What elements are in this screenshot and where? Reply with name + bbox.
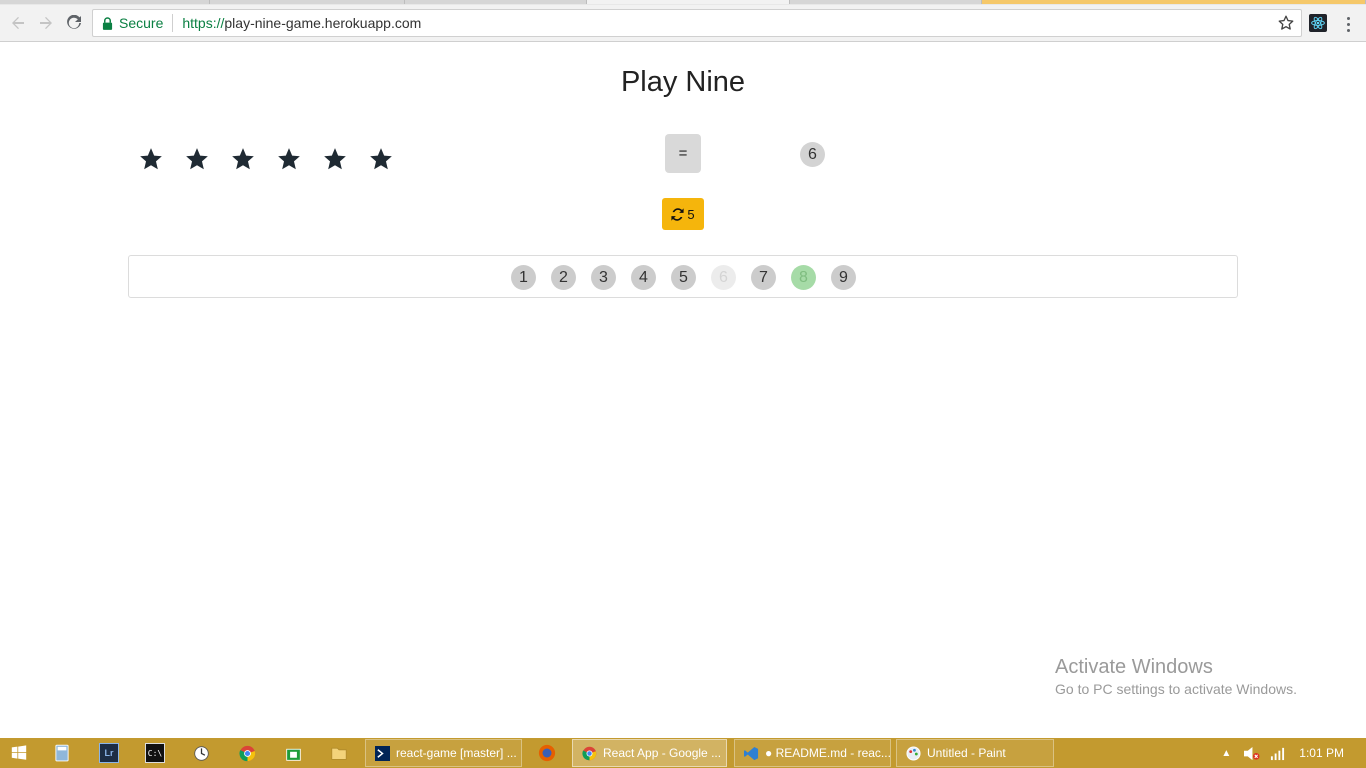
numbers-list: 123456789	[511, 265, 856, 290]
tab[interactable]	[0, 0, 210, 4]
paint-icon	[905, 745, 921, 761]
browser-toolbar: Secure https:// play-nine-game.herokuapp…	[0, 5, 1366, 42]
taskbar-app-chrome[interactable]: React App - Google ...	[572, 739, 727, 767]
star-icon	[228, 144, 258, 174]
powershell-icon	[374, 745, 390, 761]
stars-frame	[136, 144, 396, 174]
star-icon	[320, 144, 350, 174]
star-icon	[136, 144, 166, 174]
security-label: Secure	[119, 15, 164, 31]
answer-number[interactable]: 6	[800, 142, 825, 167]
firefox-icon[interactable]	[537, 743, 557, 763]
network-icon[interactable]	[1270, 746, 1285, 761]
activation-watermark: Activate Windows Go to PC settings to ac…	[1055, 656, 1297, 697]
game-title: Play Nine	[620, 66, 746, 98]
lightroom-icon[interactable]: Lr	[99, 743, 119, 763]
reload-button[interactable]	[63, 12, 85, 34]
taskbar-app-paint[interactable]: Untitled - Paint	[896, 739, 1054, 767]
taskbar-app-label: ● README.md - reac...	[765, 746, 891, 760]
url-host: play-nine-game.herokuapp.com	[224, 15, 422, 31]
taskbar-app-label: React App - Google ...	[603, 746, 722, 760]
taskbar-app-label: Untitled - Paint	[927, 746, 1006, 760]
watermark-subtitle: Go to PC settings to activate Windows.	[1055, 681, 1297, 697]
taskbar-clock[interactable]: 1:01 PM	[1299, 746, 1344, 760]
tab[interactable]	[405, 0, 587, 4]
terminal-icon[interactable]: C:\	[145, 743, 165, 763]
numbers-frame: 123456789	[128, 255, 1238, 298]
number-8-button[interactable]: 8	[791, 265, 816, 290]
taskbar-app-powershell[interactable]: react-game [master] ...	[365, 739, 522, 767]
vscode-icon	[743, 745, 759, 761]
chrome-icon[interactable]	[237, 743, 257, 763]
watermark-title: Activate Windows	[1055, 656, 1213, 678]
address-bar[interactable]: Secure https:// play-nine-game.herokuapp…	[92, 9, 1302, 37]
refresh-icon	[671, 207, 684, 221]
tab[interactable]	[790, 0, 982, 4]
number-4-button[interactable]: 4	[631, 265, 656, 290]
tab[interactable]	[210, 0, 405, 4]
star-icon	[274, 144, 304, 174]
reload-icon	[67, 15, 81, 29]
back-button[interactable]	[7, 12, 29, 34]
forward-button[interactable]	[35, 12, 57, 34]
url-scheme: https://	[182, 15, 225, 31]
taskbar: Lr C:\ react-game [master] ... React App…	[0, 738, 1366, 768]
system-tray: ▲ 1:01 PM	[1221, 738, 1366, 768]
star-icon	[366, 144, 396, 174]
taskbar-app-label: react-game [master] ...	[396, 746, 517, 760]
react-devtools-icon[interactable]	[1309, 14, 1327, 32]
file-explorer-icon[interactable]	[329, 743, 349, 763]
show-hidden-icons-icon[interactable]: ▲	[1221, 748, 1231, 759]
calculator-icon[interactable]	[52, 743, 72, 763]
check-answer-button[interactable]: =	[665, 134, 701, 173]
redraw-button[interactable]: 5	[662, 198, 704, 230]
browser-menu-icon[interactable]	[1340, 13, 1356, 35]
lock-icon	[102, 16, 114, 30]
tab-active[interactable]	[587, 0, 790, 4]
redraw-count: 5	[687, 206, 695, 222]
taskbar-app-vscode[interactable]: ● README.md - reac...	[734, 739, 891, 767]
number-3-button[interactable]: 3	[591, 265, 616, 290]
arrow-left-icon	[12, 17, 24, 29]
store-icon[interactable]	[283, 743, 303, 763]
arrow-right-icon	[40, 17, 52, 29]
page-content: Play Nine = 6 5 123456789 Activate Windo…	[0, 42, 1366, 738]
chrome-icon	[581, 745, 597, 761]
number-2-button[interactable]: 2	[551, 265, 576, 290]
star-icon	[182, 144, 212, 174]
number-9-button[interactable]: 9	[831, 265, 856, 290]
number-6-button: 6	[711, 265, 736, 290]
bookmark-star-icon[interactable]	[1277, 14, 1295, 32]
tab[interactable]	[982, 0, 1366, 4]
clock-app-icon[interactable]	[191, 743, 211, 763]
windows-start-icon[interactable]	[9, 743, 29, 763]
volume-muted-icon[interactable]	[1243, 746, 1260, 761]
number-5-button[interactable]: 5	[671, 265, 696, 290]
number-1-button[interactable]: 1	[511, 265, 536, 290]
number-7-button[interactable]: 7	[751, 265, 776, 290]
divider	[172, 14, 174, 32]
